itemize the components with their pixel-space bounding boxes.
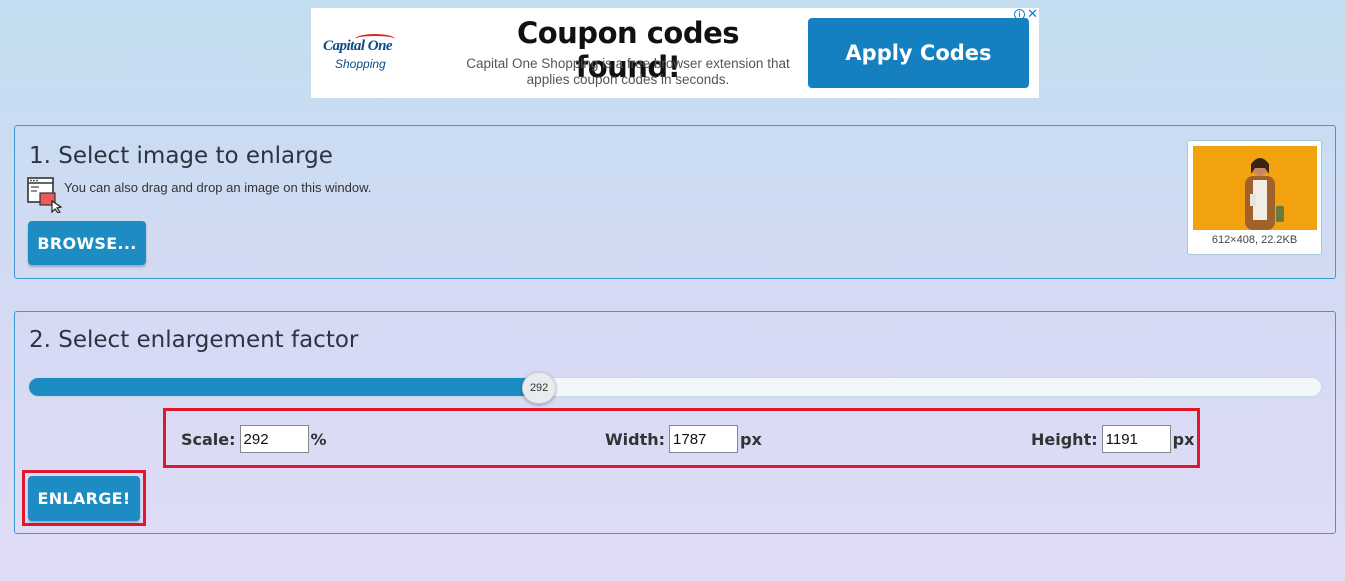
ad-close-icon[interactable]: ✕ [1027, 7, 1038, 20]
capital-one-shopping-logo: Capital One Shopping [323, 34, 403, 71]
step2-title: 2. Select enlargement factor [29, 327, 359, 353]
scale-unit: % [310, 429, 327, 449]
ad-brand-sub: Shopping [335, 57, 386, 71]
scale-slider-fill [29, 378, 541, 396]
thumbnail-picture [1193, 146, 1317, 230]
scale-slider-track[interactable] [28, 377, 1322, 397]
select-image-panel: 1. Select image to enlarge You can also … [14, 125, 1336, 279]
width-unit: px [740, 429, 762, 449]
height-input[interactable] [1101, 425, 1171, 453]
dimensions-row: Scale: % Width: px Height: px [163, 408, 1200, 468]
apply-codes-button[interactable]: Apply Codes [808, 18, 1029, 88]
scale-input[interactable] [239, 425, 309, 453]
scale-group: Scale: % [181, 425, 327, 453]
width-group: Width: px [605, 425, 762, 453]
width-label: Width: [605, 429, 666, 449]
browse-button[interactable]: BROWSE... [28, 221, 146, 265]
step1-title: 1. Select image to enlarge [29, 143, 333, 169]
thumbnail-caption: 612×408, 22.2KB [1211, 234, 1298, 246]
ad-description: Capital One Shopping is a free browser e… [466, 56, 790, 87]
drag-drop-icon [27, 177, 63, 213]
height-unit: px [1172, 429, 1195, 449]
ad-info-icon[interactable]: i [1014, 9, 1025, 20]
height-label: Height: [1031, 429, 1098, 449]
enlargement-factor-panel: 2. Select enlargement factor 292 Scale: … [14, 311, 1336, 534]
image-thumbnail-card[interactable]: 612×408, 22.2KB [1187, 140, 1322, 255]
width-input[interactable] [669, 425, 739, 453]
scale-label: Scale: [181, 429, 236, 449]
scale-slider-handle[interactable]: 292 [522, 372, 557, 404]
enlarge-button[interactable]: ENLARGE! [28, 476, 140, 521]
height-group: Height: px [1031, 425, 1194, 453]
image-thumbnail [1193, 146, 1317, 230]
logo-swoosh [355, 34, 395, 44]
drag-drop-hint: You can also drag and drop an image on t… [64, 180, 372, 195]
ad-banner[interactable]: Capital One Shopping Coupon codes found!… [311, 7, 1039, 98]
